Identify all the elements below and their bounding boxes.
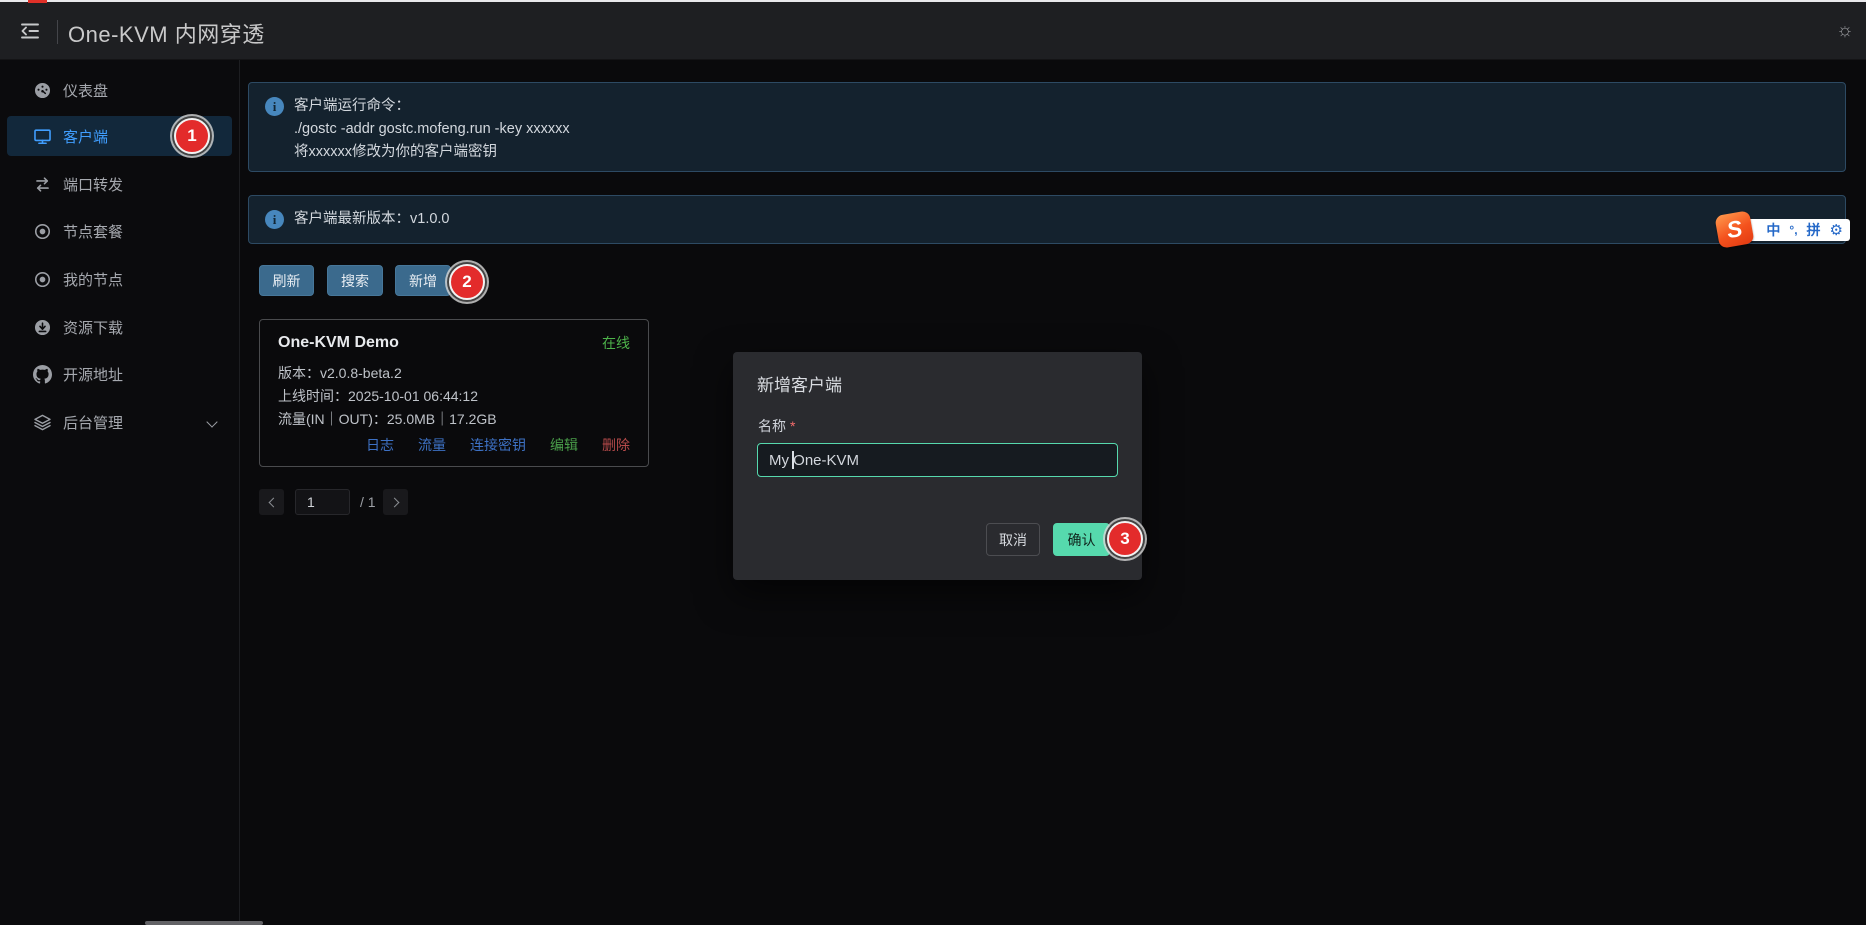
- name-label-text: 名称: [758, 418, 786, 434]
- dialog-title: 新增客户端: [757, 371, 842, 396]
- alert-line: 客户端运行命令：: [294, 95, 570, 118]
- alert-line: 将xxxxxx修改为你的客户端密钥: [294, 141, 570, 164]
- record-circle-icon: [33, 270, 52, 289]
- required-asterisk: *: [790, 418, 795, 434]
- search-button[interactable]: 搜索: [327, 265, 383, 296]
- client-version-alert: i 客户端最新版本：v1.0.0: [248, 195, 1846, 244]
- ime-punctuation-button[interactable]: °,: [1789, 224, 1797, 236]
- sidebar-item-my-nodes[interactable]: 我的节点: [7, 259, 232, 299]
- client-version-row: 版本：v2.0.8-beta.2: [278, 362, 630, 385]
- sidebar-item-label: 仪表盘: [63, 80, 108, 101]
- top-edge-red-marker: [28, 0, 47, 3]
- gear-icon[interactable]: [1830, 223, 1843, 238]
- theme-sun-icon[interactable]: [1828, 14, 1862, 48]
- header-divider: [57, 20, 58, 44]
- client-card: One-KVM Demo 在线 版本：v2.0.8-beta.2 上线时间：20…: [259, 319, 649, 467]
- sidebar-item-downloads[interactable]: 资源下载: [7, 307, 232, 347]
- refresh-button[interactable]: 刷新: [259, 265, 314, 296]
- horizontal-scrollbar-thumb[interactable]: [145, 921, 263, 925]
- add-client-dialog: 新增客户端 名称* 取消 确认: [733, 352, 1142, 580]
- info-icon: i: [265, 97, 284, 116]
- logs-link[interactable]: 日志: [366, 435, 394, 455]
- client-version-alert-text: 客户端最新版本：v1.0.0: [294, 208, 450, 231]
- sidebar-main-divider: [239, 60, 240, 925]
- annotation-step-3: 3: [1107, 521, 1143, 557]
- sidebar-item-label: 资源下载: [63, 317, 123, 338]
- sidebar-item-label: 节点套餐: [63, 221, 123, 242]
- ime-sogou-logo[interactable]: S: [1714, 210, 1754, 249]
- client-command-alert: i 客户端运行命令： ./gostc -addr gostc.mofeng.ru…: [248, 82, 1846, 172]
- app-title: One-KVM 内网穿透: [68, 17, 265, 49]
- online-time-label: 上线时间：: [278, 388, 348, 404]
- edit-link[interactable]: 编辑: [550, 435, 578, 455]
- ime-toolbar: 中 °, 拼: [1745, 219, 1850, 241]
- app-header: One-KVM 内网穿透: [0, 2, 1866, 60]
- alert-line: ./gostc -addr gostc.mofeng.run -key xxxx…: [294, 118, 570, 141]
- ime-pinyin-button[interactable]: 拼: [1807, 223, 1821, 237]
- text-cursor: [792, 451, 794, 469]
- ime-chinese-mode-button[interactable]: 中: [1766, 223, 1780, 237]
- client-name: One-KVM Demo: [278, 334, 399, 352]
- traffic-link[interactable]: 流量: [418, 435, 446, 455]
- sidebar-item-admin[interactable]: 后台管理: [7, 402, 232, 442]
- github-icon: [33, 365, 52, 384]
- sidebar-item-label: 后台管理: [63, 412, 123, 433]
- confirm-button[interactable]: 确认: [1053, 523, 1110, 556]
- online-status-badge: 在线: [602, 333, 630, 353]
- client-name-input[interactable]: [757, 443, 1118, 477]
- prev-page-button[interactable]: [259, 489, 284, 515]
- chevron-left-icon: [268, 497, 278, 507]
- page-total-label: / 1: [360, 494, 376, 510]
- annotation-step-1: 1: [174, 118, 210, 154]
- page-number-input[interactable]: [295, 489, 350, 515]
- client-traffic-row: 流量(IN｜OUT)：25.0MB｜17.2GB: [278, 408, 630, 431]
- info-icon: i: [265, 210, 284, 229]
- monitor-icon: [33, 127, 52, 146]
- next-page-button[interactable]: [383, 489, 408, 515]
- name-input-wrap: [757, 443, 1118, 477]
- swap-arrows-icon: [33, 175, 52, 194]
- traffic-label: 流量(IN｜OUT)：: [278, 411, 387, 427]
- one-kvm-app: One-KVM 内网穿透 仪表盘 客户端 端口转发 节点: [0, 0, 1866, 925]
- online-time-value: 2025-10-01 06:44:12: [348, 388, 478, 404]
- layers-icon: [33, 413, 52, 432]
- sidebar: 仪表盘 客户端 端口转发 节点套餐 我的节点: [0, 60, 239, 925]
- sidebar-item-label: 我的节点: [63, 269, 123, 290]
- add-client-button[interactable]: 新增: [395, 265, 451, 296]
- gauge-icon: [33, 81, 52, 100]
- connection-key-link[interactable]: 连接密钥: [470, 435, 526, 455]
- chevron-down-icon: [206, 416, 217, 427]
- sidebar-fold-icon[interactable]: [14, 15, 46, 47]
- traffic-value: 25.0MB｜17.2GB: [387, 411, 497, 427]
- version-label: 版本：: [278, 365, 320, 381]
- delete-link[interactable]: 删除: [602, 435, 630, 455]
- client-command-alert-text: 客户端运行命令： ./gostc -addr gostc.mofeng.run …: [294, 95, 570, 159]
- annotation-step-2: 2: [449, 264, 485, 300]
- sidebar-item-dashboard[interactable]: 仪表盘: [7, 70, 232, 110]
- sidebar-item-port-forwarding[interactable]: 端口转发: [7, 164, 232, 204]
- sidebar-item-label: 开源地址: [63, 364, 123, 385]
- cancel-button[interactable]: 取消: [986, 523, 1040, 556]
- top-edge-line: [0, 0, 1866, 2]
- download-circle-icon: [33, 318, 52, 337]
- sidebar-item-source-repo[interactable]: 开源地址: [7, 354, 232, 394]
- name-field-label: 名称*: [758, 416, 795, 436]
- sidebar-item-label: 客户端: [63, 126, 108, 147]
- chevron-right-icon: [389, 497, 399, 507]
- sidebar-item-label: 端口转发: [63, 174, 123, 195]
- sidebar-item-node-plans[interactable]: 节点套餐: [7, 211, 232, 251]
- client-online-time-row: 上线时间：2025-10-01 06:44:12: [278, 385, 630, 408]
- version-value: v2.0.8-beta.2: [320, 365, 402, 381]
- record-circle-icon: [33, 222, 52, 241]
